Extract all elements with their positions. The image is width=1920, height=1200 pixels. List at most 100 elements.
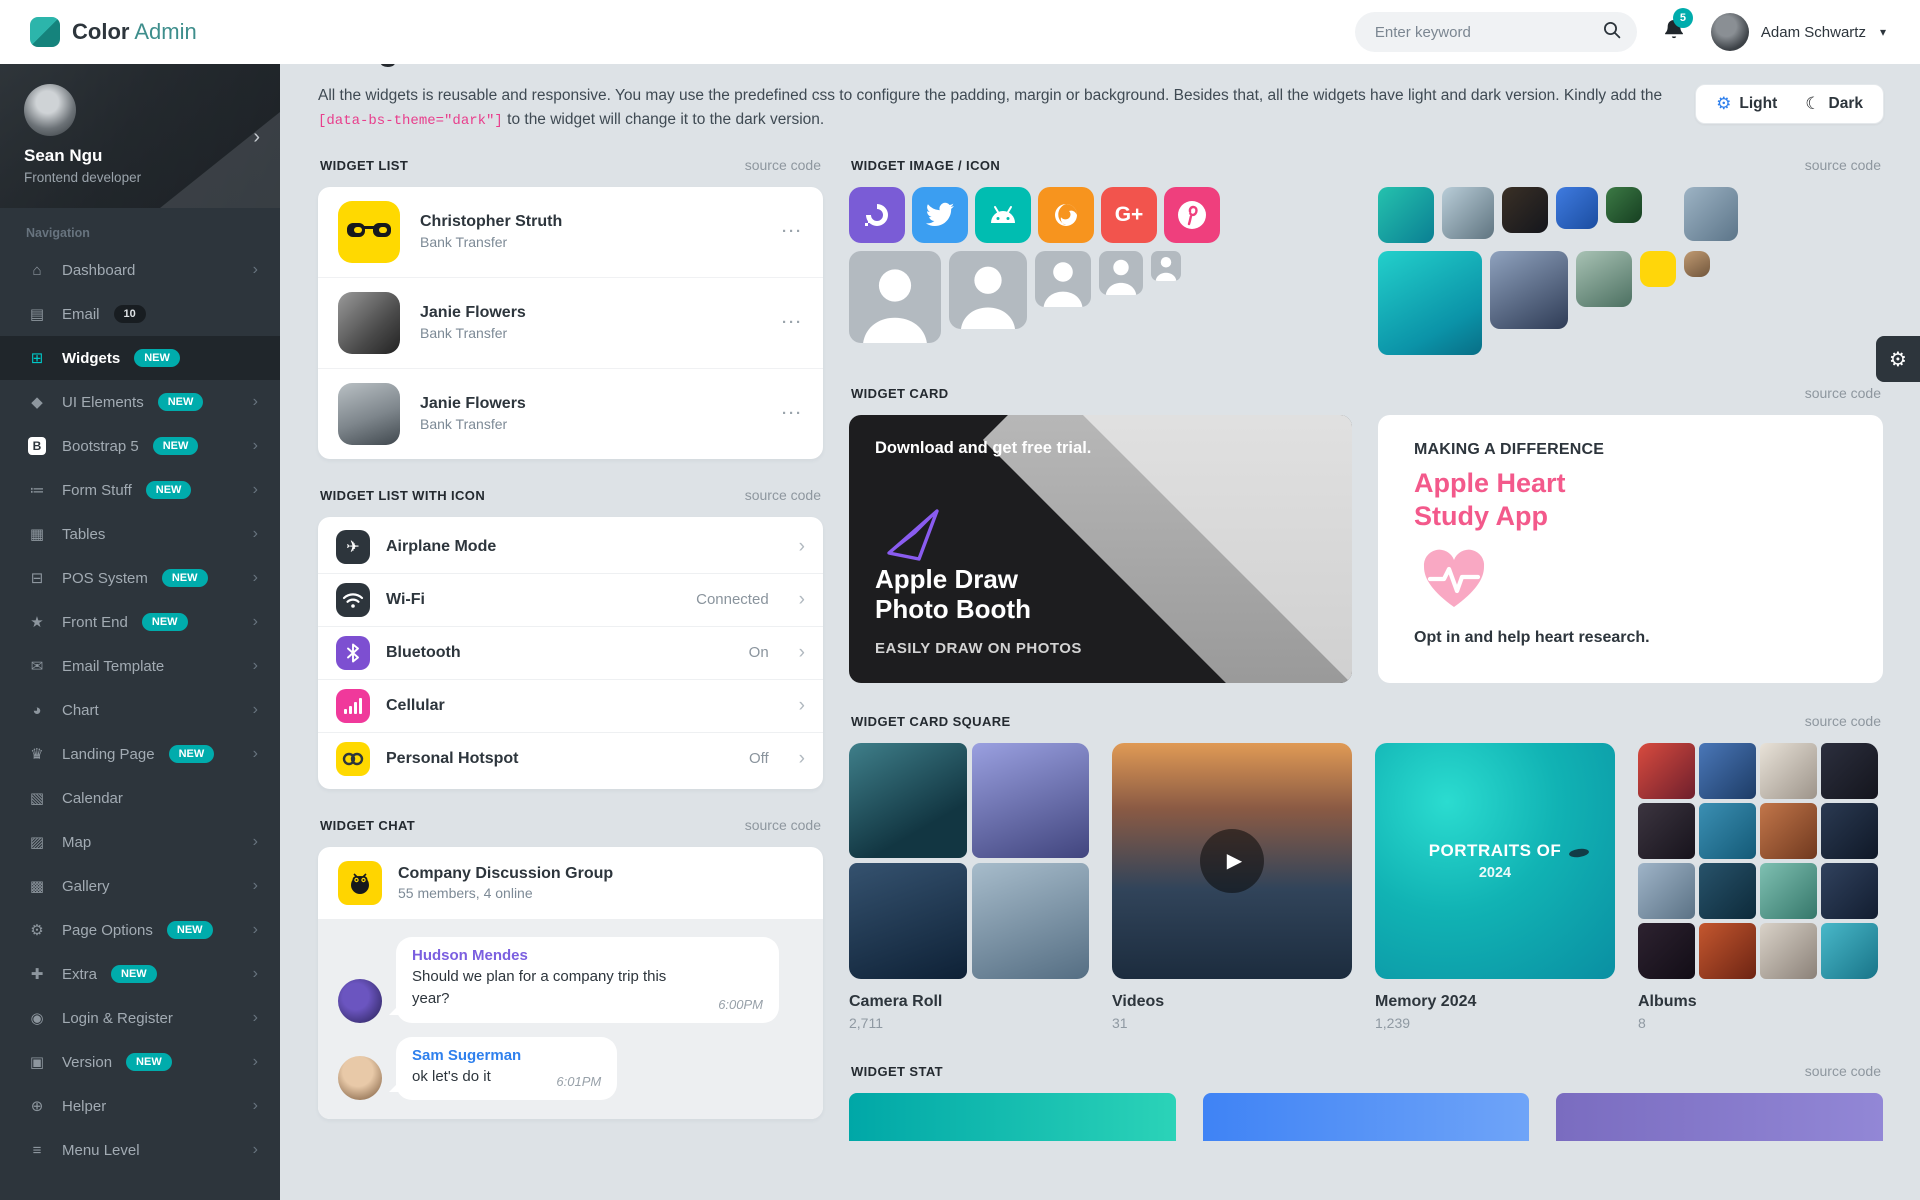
photo-thumbnail	[1760, 923, 1817, 979]
photo-thumbnail[interactable]	[1684, 251, 1710, 277]
widget-list-source-link[interactable]: source code	[745, 157, 821, 173]
search-input[interactable]	[1375, 24, 1603, 41]
twitter-icon[interactable]	[912, 187, 968, 243]
setting-row-bluetooth[interactable]: Bluetooth On ›	[318, 626, 823, 679]
avatar-placeholder[interactable]	[949, 251, 1027, 329]
setting-row-airplane[interactable]: ✈ Airplane Mode ›	[318, 521, 823, 573]
sidebar-nav-item[interactable]: ≡ Menu Level ›	[0, 1128, 280, 1172]
sidebar-nav-item[interactable]: ▤ Email 10 ›	[0, 292, 280, 336]
chat-time: 6:01PM	[556, 1074, 601, 1089]
chat-author: Sam Sugerman	[412, 1047, 521, 1064]
sidebar-nav-item[interactable]: ★ Front End NEW ›	[0, 600, 280, 644]
sidebar-profile[interactable]: Sean Ngu Frontend developer ›	[0, 64, 280, 208]
setting-row-hotspot[interactable]: Personal Hotspot Off ›	[318, 732, 823, 785]
nav-item-badge: NEW	[162, 569, 208, 587]
setting-status: Connected	[696, 591, 769, 608]
user-menu[interactable]: Adam Schwartz ▾	[1711, 13, 1886, 51]
nav-item-badge: NEW	[111, 965, 157, 983]
sidebar-nav-item[interactable]: ⊟ POS System NEW ›	[0, 556, 280, 600]
widget-list-icon-source-link[interactable]: source code	[745, 487, 821, 503]
contact-name: Janie Flowers	[420, 304, 526, 322]
sidebar-nav-item[interactable]: ▣ Version NEW ›	[0, 1040, 280, 1084]
notifications-button[interactable]: 5	[1663, 18, 1685, 46]
photo-thumbnail	[1699, 803, 1756, 859]
sidebar-nav-item[interactable]: ▧ Calendar ›	[0, 776, 280, 820]
sidebar-nav-item[interactable]: ▨ Map ›	[0, 820, 280, 864]
photo-thumbnail[interactable]	[1490, 251, 1568, 329]
sidebar-nav-item[interactable]: ≔ Form Stuff NEW ›	[0, 468, 280, 512]
setting-row-wifi[interactable]: Wi-Fi Connected ›	[318, 573, 823, 626]
photo-thumbnail[interactable]	[1502, 187, 1548, 233]
sidebar-nav-item[interactable]: ▦ Tables ›	[0, 512, 280, 556]
sidebar-nav-item[interactable]: ⊞ Widgets NEW ›	[0, 336, 280, 380]
contact-row[interactable]: Christopher Struth Bank Transfer ···	[318, 187, 823, 277]
camera-roll-card[interactable]: Camera Roll 2,711	[849, 743, 1089, 1031]
albums-grid	[1638, 743, 1878, 979]
widget-card-source-link[interactable]: source code	[1805, 385, 1881, 401]
sidebar-nav-item[interactable]: ✉ Email Template ›	[0, 644, 280, 688]
apple-draw-card[interactable]: Download and get free trial. Apple Draw …	[849, 415, 1352, 683]
albums-card[interactable]: Albums 8	[1638, 743, 1878, 1031]
theme-light-button[interactable]: ⚙ Light	[1702, 94, 1791, 114]
photo-thumbnail[interactable]	[1378, 251, 1482, 355]
more-options-button[interactable]: ···	[782, 314, 803, 331]
photo-thumbnail[interactable]	[1556, 187, 1598, 229]
sidebar-nav-item[interactable]: ✚ Extra NEW ›	[0, 952, 280, 996]
search-icon[interactable]	[1603, 21, 1621, 43]
sidebar-nav-item[interactable]: ♛ Landing Page NEW ›	[0, 732, 280, 776]
nav-item-icon: ▣	[26, 1053, 48, 1071]
nav-item-icon: ⊟	[26, 569, 48, 587]
nav-item-icon: ✉	[26, 657, 48, 675]
photo-thumbnail[interactable]	[1378, 187, 1434, 243]
avatar-placeholder[interactable]	[849, 251, 941, 343]
widget-card-title: WIDGET CARD	[851, 386, 949, 401]
contact-row[interactable]: Janie Flowers Bank Transfer ···	[318, 277, 823, 368]
memory-card[interactable]: PORTRAITS OF 2024 Memory 2024 1,239	[1375, 743, 1615, 1031]
photo-thumbnail[interactable]	[1606, 187, 1642, 223]
videos-card[interactable]: ▶ Videos 31	[1112, 743, 1352, 1031]
android-icon[interactable]	[975, 187, 1031, 243]
firefox-icon[interactable]	[1038, 187, 1094, 243]
widget-stat-source-link[interactable]: source code	[1805, 1063, 1881, 1079]
photo-thumbnail[interactable]	[1576, 251, 1632, 307]
sidebar-nav-item[interactable]: ⚙ Page Options NEW ›	[0, 908, 280, 952]
setting-row-cellular[interactable]: Cellular ›	[318, 679, 823, 732]
avatar-placeholder[interactable]	[1035, 251, 1091, 307]
chevron-right-icon: ›	[253, 126, 260, 149]
sidebar-nav-item[interactable]: ⌂ Dashboard ›	[0, 248, 280, 292]
photo-thumbnail	[1760, 743, 1817, 799]
googleplus-icon[interactable]: G+	[1101, 187, 1157, 243]
theme-dark-button[interactable]: ☾ Dark	[1791, 94, 1877, 114]
contact-row[interactable]: Janie Flowers Bank Transfer ···	[318, 368, 823, 459]
digitalocean-icon[interactable]	[849, 187, 905, 243]
photo-thumbnail[interactable]	[1442, 187, 1494, 239]
photo-thumbnail[interactable]	[1640, 251, 1676, 287]
more-options-button[interactable]: ···	[782, 405, 803, 422]
widget-image-source-link[interactable]: source code	[1805, 157, 1881, 173]
brand-logo[interactable]: Color Admin	[30, 17, 197, 47]
nav-item-label: UI Elements	[62, 394, 144, 411]
description-code-token: [data-bs-theme="dark"]	[318, 113, 503, 129]
photo-thumbnail	[1638, 863, 1695, 919]
photo-thumbnail[interactable]	[1684, 187, 1738, 241]
widget-card-square-source-link[interactable]: source code	[1805, 713, 1881, 729]
widget-chat-source-link[interactable]: source code	[745, 817, 821, 833]
more-options-button[interactable]: ···	[782, 223, 803, 240]
play-button[interactable]: ▶	[1200, 829, 1264, 893]
avatar-placeholder[interactable]	[1151, 251, 1181, 281]
theme-settings-button[interactable]: ⚙	[1876, 336, 1920, 382]
heart-card-heading: Apple Heart Study App	[1414, 467, 1847, 533]
sidebar-nav-item[interactable]: ◆ UI Elements NEW ›	[0, 380, 280, 424]
gear-icon: ⚙	[1889, 347, 1907, 372]
contact-desc: Bank Transfer	[420, 325, 526, 341]
sidebar-nav-item[interactable]: ⊕ Helper ›	[0, 1084, 280, 1128]
sidebar-nav-item[interactable]: ◉ Login & Register ›	[0, 996, 280, 1040]
sidebar-nav-item[interactable]: ◕ Chart ›	[0, 688, 280, 732]
pinterest-icon[interactable]	[1164, 187, 1220, 243]
avatar-placeholder[interactable]	[1099, 251, 1143, 295]
chat-message-list[interactable]: Hudson Mendes Should we plan for a compa…	[318, 919, 823, 1119]
chat-bubble: Hudson Mendes Should we plan for a compa…	[396, 937, 779, 1023]
card-count: 2,711	[849, 1015, 1089, 1031]
sidebar-nav-item[interactable]: ▩ Gallery ›	[0, 864, 280, 908]
sidebar-nav-item[interactable]: B Bootstrap 5 NEW ›	[0, 424, 280, 468]
